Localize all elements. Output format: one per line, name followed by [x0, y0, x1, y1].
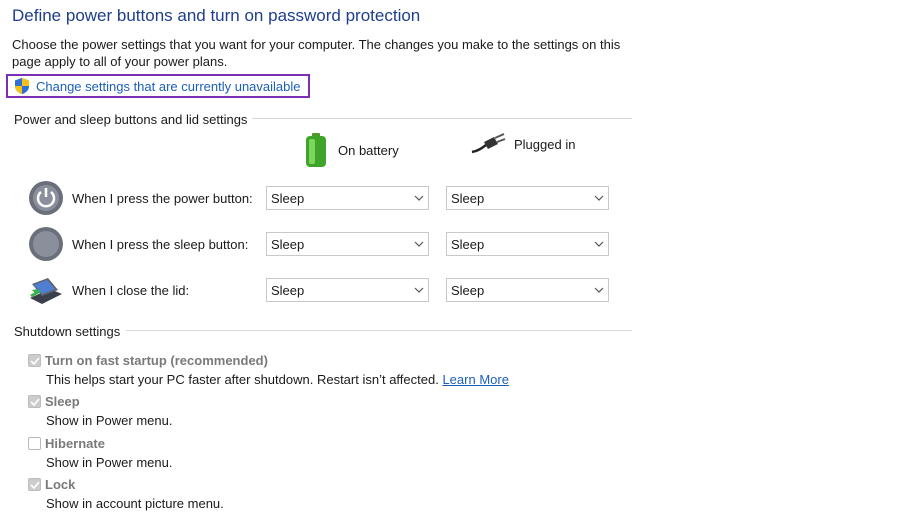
close-lid-plugged-select[interactable]: Sleep — [446, 278, 609, 302]
change-settings-label: Change settings that are currently unava… — [36, 78, 301, 94]
power-section-title: Power and sleep buttons and lid settings — [14, 112, 248, 127]
fast-startup-checkbox[interactable] — [28, 354, 41, 367]
laptop-lid-icon — [30, 278, 62, 304]
plugged-in-label: Plugged in — [514, 136, 576, 152]
battery-icon — [306, 133, 326, 167]
select-value: Sleep — [271, 236, 305, 252]
uac-shield-icon — [15, 78, 29, 94]
checkmark-icon — [29, 356, 40, 365]
fast-startup-desc-text: This helps start your PC faster after sh… — [46, 372, 439, 387]
chevron-down-icon — [410, 287, 428, 293]
checkmark-icon — [29, 480, 40, 489]
sleep-button-battery-select[interactable]: Sleep — [266, 232, 429, 256]
chevron-down-icon — [590, 195, 608, 201]
select-value: Sleep — [451, 236, 485, 252]
hibernate-description: Show in Power menu. — [46, 455, 173, 470]
fast-startup-description: This helps start your PC faster after sh… — [46, 372, 509, 387]
page-description: Choose the power settings that you want … — [12, 37, 621, 69]
lock-description: Show in account picture menu. — [46, 496, 224, 511]
checkmark-icon — [29, 397, 40, 406]
on-battery-header: On battery — [302, 132, 399, 168]
chevron-down-icon — [590, 287, 608, 293]
select-value: Sleep — [451, 282, 485, 298]
section-divider — [126, 330, 632, 331]
sleep-label: Sleep — [45, 394, 80, 409]
lock-label: Lock — [45, 477, 76, 492]
chevron-down-icon — [590, 241, 608, 247]
shutdown-section-title: Shutdown settings — [14, 324, 121, 339]
change-settings-link[interactable]: Change settings that are currently unava… — [6, 74, 310, 98]
page-title: Define power buttons and turn on passwor… — [12, 6, 421, 25]
hibernate-checkbox[interactable] — [28, 437, 41, 450]
chevron-down-icon — [410, 195, 428, 201]
hibernate-option: Hibernate — [28, 436, 105, 451]
sleep-button-icon — [29, 227, 63, 261]
sleep-description: Show in Power menu. — [46, 413, 173, 428]
lock-checkbox[interactable] — [28, 478, 41, 491]
sleep-button-label: When I press the sleep button: — [72, 237, 249, 252]
plugged-in-header: Plugged in — [470, 132, 575, 156]
lock-option: Lock — [28, 477, 75, 492]
power-button-plugged-select[interactable]: Sleep — [446, 186, 609, 210]
select-value: Sleep — [271, 190, 305, 206]
chevron-down-icon — [410, 241, 428, 247]
power-button-label: When I press the power button: — [72, 191, 253, 206]
select-value: Sleep — [271, 282, 305, 298]
power-plug-icon — [471, 133, 506, 154]
power-button-battery-select[interactable]: Sleep — [266, 186, 429, 210]
section-divider — [252, 118, 632, 119]
sleep-button-plugged-select[interactable]: Sleep — [446, 232, 609, 256]
sleep-checkbox[interactable] — [28, 395, 41, 408]
on-battery-label: On battery — [338, 142, 399, 158]
fast-startup-label: Turn on fast startup (recommended) — [45, 353, 268, 368]
fast-startup-option: Turn on fast startup (recommended) — [28, 353, 268, 368]
learn-more-link[interactable]: Learn More — [442, 372, 508, 387]
sleep-option: Sleep — [28, 394, 80, 409]
select-value: Sleep — [451, 190, 485, 206]
hibernate-label: Hibernate — [45, 436, 105, 451]
close-lid-battery-select[interactable]: Sleep — [266, 278, 429, 302]
power-button-icon — [29, 181, 63, 215]
close-lid-label: When I close the lid: — [72, 283, 190, 298]
